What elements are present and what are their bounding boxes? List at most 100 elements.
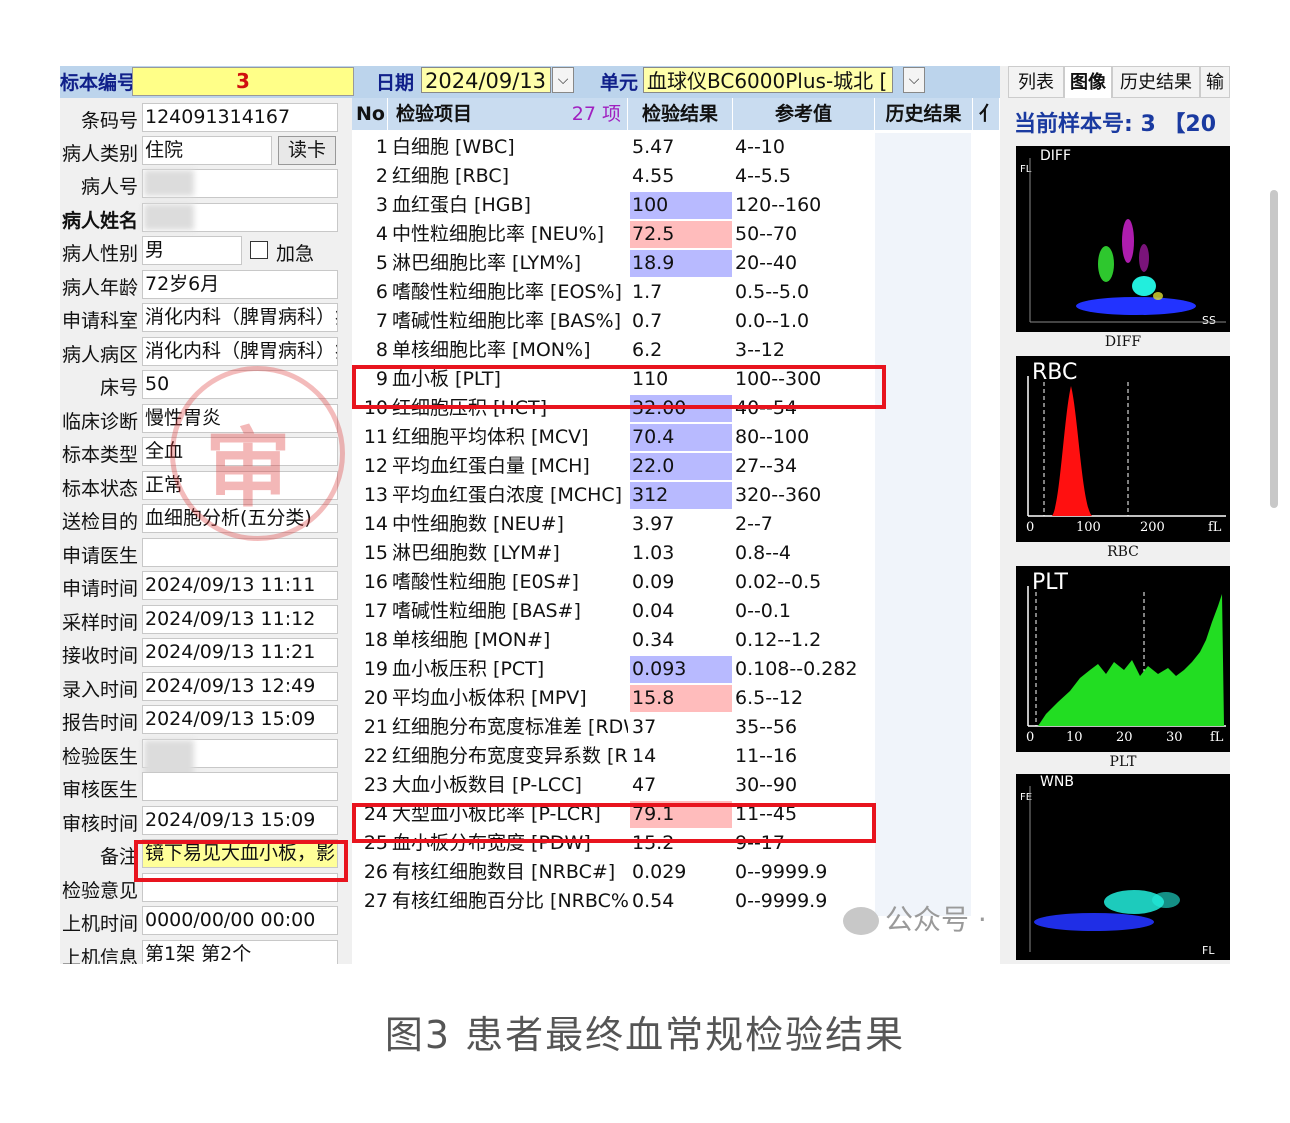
- table-row[interactable]: 20 平均血小板体积 [MPV] 15.8 6.5--12: [352, 684, 1000, 713]
- reviewer-input[interactable]: [142, 772, 338, 801]
- tab-output[interactable]: 输: [1200, 66, 1230, 98]
- receive-time-input[interactable]: 2024/09/13 11:21: [142, 638, 338, 667]
- test-result-value: 70.4: [630, 424, 732, 451]
- table-row[interactable]: 16 嗜酸性粒细胞 [E0S#] 0.09 0.02--0.5: [352, 568, 1000, 597]
- table-row[interactable]: 2 红细胞 [RBC] 4.55 4--5.5: [352, 162, 1000, 191]
- col-ref-header[interactable]: 参考值: [733, 98, 875, 130]
- lis-window: 标本编号 3 日期 2024/09/13 ⌵ 单元 血球仪BC6000Plus-…: [60, 66, 1230, 964]
- machine-info-input[interactable]: 第1架 第2个: [142, 940, 338, 964]
- current-sample-label: 当前样本号: 3 【20: [1014, 112, 1217, 137]
- report-time-input[interactable]: 2024/09/13 15:09: [142, 705, 338, 734]
- test-item-name: 红细胞分布宽度变异系数 [RI: [392, 745, 628, 767]
- doctor-input[interactable]: [142, 538, 338, 567]
- field-doctor: 申请医生: [60, 537, 342, 569]
- unit-dropdown-icon[interactable]: ⌵: [903, 67, 925, 93]
- table-row[interactable]: 7 嗜碱性粒细胞比率 [BAS%] 0.7 0.0--1.0: [352, 307, 1000, 336]
- reference-range: 27--34: [735, 455, 798, 477]
- redaction-blur: [144, 170, 194, 196]
- table-row[interactable]: 26 有核红细胞数目 [NRBC#] 0.029 0--9999.9: [352, 858, 1000, 887]
- patient-type-input[interactable]: 住院: [142, 136, 272, 165]
- redaction-blur: [144, 204, 194, 230]
- date-field[interactable]: 2024/09/13: [421, 67, 551, 93]
- field-patient-name: 病人姓名: [60, 202, 342, 234]
- col-item-header[interactable]: 检验项目 27 项: [388, 98, 628, 130]
- date-dropdown-icon[interactable]: ⌵: [552, 67, 574, 93]
- history-cell: [875, 742, 971, 771]
- age-input[interactable]: 72岁6月: [142, 270, 338, 299]
- field-machine-info: 上机信息 第1架 第2个: [60, 939, 342, 964]
- sample-no-label: 标本编号: [60, 72, 137, 94]
- reference-range: 0.12--1.2: [735, 629, 822, 651]
- remark-label: 备注: [99, 846, 138, 868]
- test-result-value: 6.2: [632, 339, 663, 361]
- col-no-header[interactable]: No.: [352, 98, 388, 130]
- table-row[interactable]: 12 平均血红蛋白量 [MCH] 22.0 27--34: [352, 452, 1000, 481]
- unit-select[interactable]: 血球仪BC6000Plus-城北 [: [643, 67, 893, 93]
- history-cell: [875, 394, 971, 423]
- table-row[interactable]: 14 中性细胞数 [NEU#] 3.97 2--7: [352, 510, 1000, 539]
- rbc-histogram: RBC 0 100 200 fL: [1016, 356, 1230, 542]
- history-cell: [875, 771, 971, 800]
- tab-list[interactable]: 列表: [1008, 66, 1064, 98]
- barcode-input[interactable]: 124091314167: [142, 103, 338, 132]
- history-cell: [875, 191, 971, 220]
- sample-time-input[interactable]: 2024/09/13 11:12: [142, 605, 338, 634]
- row-number: 27: [363, 890, 388, 912]
- col-result-header[interactable]: 检验结果: [628, 98, 733, 130]
- table-row[interactable]: 8 单核细胞比率 [MON%] 6.2 3--12: [352, 336, 1000, 365]
- table-row[interactable]: 17 嗜碱性粒细胞 [BAS#] 0.04 0--0.1: [352, 597, 1000, 626]
- apply-time-input[interactable]: 2024/09/13 11:11: [142, 571, 338, 600]
- field-review-time: 审核时间 2024/09/13 15:09: [60, 805, 342, 837]
- col-history-header[interactable]: 历史结果: [875, 98, 973, 130]
- sample-no-field[interactable]: 3: [132, 67, 354, 96]
- table-row[interactable]: 3 血红蛋白 [HGB] 100 120--160: [352, 191, 1000, 220]
- entry-time-input[interactable]: 2024/09/13 12:49: [142, 672, 338, 701]
- history-cell: [875, 365, 971, 394]
- rbc-tick-0: 0: [1026, 520, 1035, 535]
- history-cell: [875, 626, 971, 655]
- history-cell: [875, 684, 971, 713]
- wnb-scattergram: WNB FE FL: [1016, 774, 1230, 960]
- table-row[interactable]: 1 白细胞 [WBC] 5.47 4--10: [352, 133, 1000, 162]
- tab-image[interactable]: 图像: [1064, 66, 1112, 98]
- tab-history[interactable]: 历史结果: [1112, 66, 1200, 98]
- test-item-name: 白细胞 [WBC]: [392, 136, 515, 158]
- table-row[interactable]: 11 红细胞平均体积 [MCV] 70.4 80--100: [352, 423, 1000, 452]
- entry-time-label: 录入时间: [61, 679, 138, 701]
- page-scrollbar[interactable]: [1270, 190, 1278, 508]
- review-time-input[interactable]: 2024/09/13 15:09: [142, 806, 338, 835]
- test-result-value: 0.34: [632, 629, 675, 651]
- reference-range: 3--12: [735, 339, 785, 361]
- table-row[interactable]: 23 大血小板数目 [P-LCC] 47 30--90: [352, 771, 1000, 800]
- test-item-name: 大血小板数目 [P-LCC]: [392, 774, 582, 796]
- row-number: 8: [375, 339, 388, 361]
- patient-name-label: 病人姓名: [61, 210, 138, 232]
- ward-input[interactable]: 消化内科（脾胃病科）病: [142, 337, 338, 366]
- field-tester: 检验医生: [60, 738, 342, 788]
- test-item-name: 淋巴细胞比率 [LYM%]: [392, 252, 581, 274]
- table-row[interactable]: 21 红细胞分布宽度标准差 [RDW 37 35--56: [352, 713, 1000, 742]
- table-row[interactable]: 18 单核细胞 [MON#] 0.34 0.12--1.2: [352, 626, 1000, 655]
- table-row[interactable]: 6 嗜酸性粒细胞比率 [EOS%] 1.7 0.5--5.0: [352, 278, 1000, 307]
- test-result-value: 312: [630, 482, 732, 509]
- dept-input[interactable]: 消化内科（脾胃病科）病: [142, 303, 338, 332]
- urgent-checkbox[interactable]: [250, 241, 268, 259]
- machine-time-input[interactable]: 0000/00/00 00:00: [142, 906, 338, 935]
- row-number: 13: [363, 484, 388, 506]
- row-number: 21: [363, 716, 388, 738]
- read-card-button[interactable]: 读卡: [278, 136, 336, 165]
- table-row[interactable]: 4 中性粒细胞比率 [NEU%] 72.5 50--70: [352, 220, 1000, 249]
- table-row[interactable]: 22 红细胞分布宽度变异系数 [RI 14 11--16: [352, 742, 1000, 771]
- sex-input[interactable]: 男: [142, 236, 242, 265]
- machine-time-label: 上机时间: [61, 913, 138, 935]
- table-row[interactable]: 5 淋巴细胞比率 [LYM%] 18.9 20--40: [352, 249, 1000, 278]
- test-result-value: 18.9: [630, 250, 732, 277]
- diff-caption: DIFF: [1104, 334, 1142, 350]
- table-row[interactable]: 15 淋巴细胞数 [LYM#] 1.03 0.8--4: [352, 539, 1000, 568]
- table-row[interactable]: 13 平均血红蛋白浓度 [MCHC] 312 320--360: [352, 481, 1000, 510]
- reference-range: 80--100: [735, 426, 810, 448]
- test-result-value: 15.8: [630, 685, 732, 712]
- table-row[interactable]: 19 血小板压积 [PCT] 0.093 0.108--0.282: [352, 655, 1000, 684]
- col-extra-header[interactable]: 亻: [973, 98, 1000, 130]
- reference-range: 0.02--0.5: [735, 571, 822, 593]
